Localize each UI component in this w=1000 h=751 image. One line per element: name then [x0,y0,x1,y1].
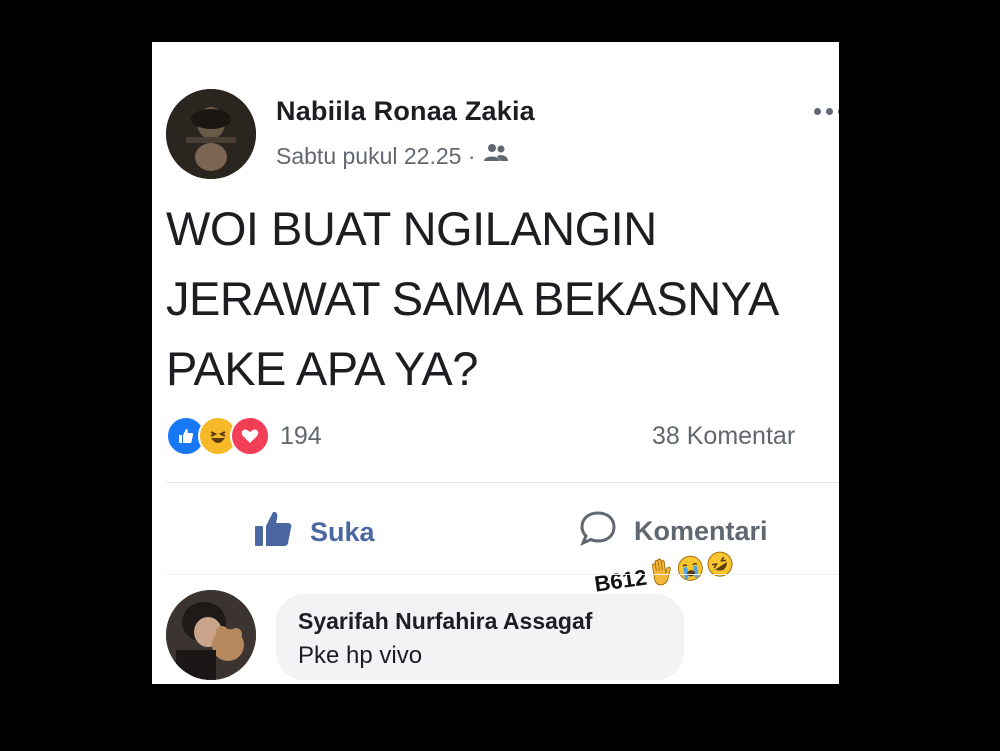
rolling-laughing-emoji-icon [704,548,736,586]
love-reaction-icon [230,416,270,456]
watermark-text: B612 [592,564,649,597]
like-button[interactable]: Suka [252,508,375,557]
reactions-summary[interactable]: 194 [166,416,322,456]
post-meta: Sabtu pukul 22.25 · [276,142,509,170]
like-label: Suka [310,517,375,547]
comment-bubble: Syarifah Nurfahira Assagaf Pke hp vivo [276,594,684,680]
author-name[interactable]: Nabiila Ronaa Zakia [276,96,535,127]
post-text: WOI BUAT NGILANGIN JERAWAT SAMA BEKASNYA… [166,202,779,395]
post-card: Nabiila Ronaa Zakia Sabtu pukul 22.25 · … [152,42,839,684]
post-time[interactable]: Sabtu pukul 22.25 · [276,143,475,170]
author-avatar[interactable] [166,89,256,179]
crying-face-emoji-icon [674,553,706,591]
comment-bubble-icon [578,508,618,555]
more-options-icon[interactable] [814,108,839,115]
comment-label: Komentari [634,516,768,546]
commenter-avatar[interactable] [166,590,256,680]
reaction-count: 194 [280,421,322,450]
raised-hand-emoji-icon [646,557,676,594]
divider [166,482,839,483]
friends-icon [483,142,509,170]
comment-count[interactable]: 38 Komentar [652,422,795,451]
comment-button[interactable]: Komentari [578,508,768,555]
thumbs-up-icon [252,508,294,557]
commenter-name[interactable]: Syarifah Nurfahira Assagaf [298,608,592,635]
comment-text: Pke hp vivo [298,642,423,669]
divider [166,574,839,575]
